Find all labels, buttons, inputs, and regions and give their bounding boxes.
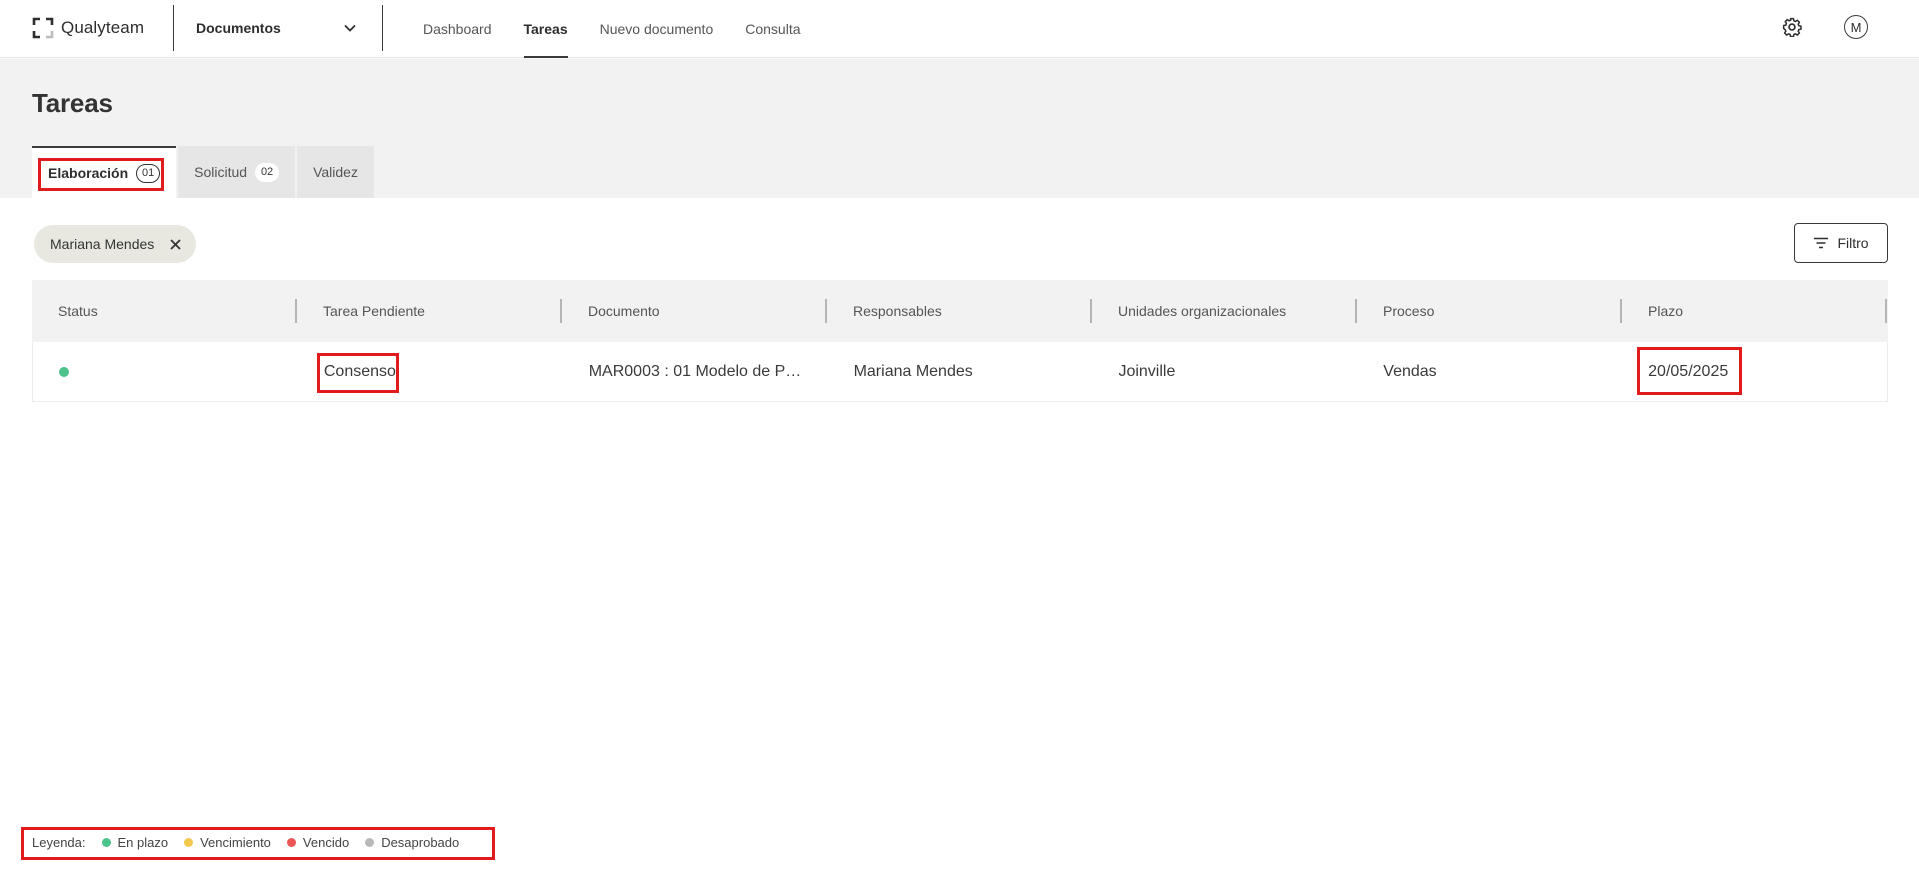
module-label: Documentos bbox=[196, 20, 281, 36]
filter-icon bbox=[1814, 237, 1829, 249]
gear-icon[interactable] bbox=[1782, 17, 1802, 37]
filter-chip-label: Mariana Mendes bbox=[50, 236, 155, 252]
column-label: Unidades organizacionales bbox=[1118, 303, 1287, 319]
legend-item: Vencimiento bbox=[184, 835, 271, 850]
nav-nuevo-documento[interactable]: Nuevo documento bbox=[600, 0, 714, 58]
tab-count-badge: 01 bbox=[136, 163, 161, 183]
document-name: MAR0003 : 01 Modelo de Pu... bbox=[588, 362, 804, 380]
cell-process: Vendas bbox=[1383, 362, 1437, 380]
column-label: Status bbox=[58, 303, 98, 319]
column-resize-handle[interactable] bbox=[1885, 299, 1887, 323]
legend-label: Leyenda: bbox=[32, 834, 86, 850]
cell-unit: Joinville bbox=[1118, 362, 1176, 380]
module-selector[interactable]: Documentos bbox=[196, 14, 356, 42]
legend-item: En plazo bbox=[101, 834, 169, 850]
tab-solicitud[interactable]: Solicitud 02 bbox=[178, 146, 296, 198]
close-icon[interactable] bbox=[168, 237, 182, 251]
nav-tareas[interactable]: Tareas bbox=[523, 0, 568, 58]
column-label: Plazo bbox=[1648, 303, 1684, 319]
tab-label: Elaboración bbox=[48, 165, 129, 181]
qualyteam-logo-icon bbox=[32, 17, 54, 39]
column-header-documento[interactable]: Documento bbox=[562, 280, 827, 342]
column-label: Documento bbox=[588, 303, 660, 319]
status-dot bbox=[59, 366, 69, 377]
column-header-tarea[interactable]: Tarea Pendiente bbox=[297, 280, 562, 342]
legend-dot bbox=[286, 837, 296, 847]
main-nav: Dashboard Tareas Nuevo documento Consult… bbox=[423, 0, 833, 58]
legend-dot bbox=[365, 837, 375, 847]
task-tabs: Elaboración 01 Solicitud 02 Validez bbox=[32, 146, 374, 198]
legend-dot bbox=[101, 837, 111, 847]
cell-task: Consenso bbox=[323, 362, 396, 380]
legend-item: Vencido bbox=[286, 834, 350, 850]
brand-name: Qualyteam bbox=[61, 18, 145, 37]
cell-status bbox=[33, 343, 298, 401]
tasks-table: Status Tarea Pendiente Documento Respons… bbox=[32, 280, 1888, 402]
table-header: Status Tarea Pendiente Documento Respons… bbox=[32, 280, 1888, 342]
cell-responsible: Mariana Mendes bbox=[853, 362, 973, 380]
brand-logo[interactable]: Qualyteam bbox=[32, 14, 144, 42]
cell-deadline: 20/05/2025 bbox=[1648, 362, 1729, 380]
legend-item-label: Vencido bbox=[302, 834, 350, 850]
legend-item: Desaprobado bbox=[365, 835, 459, 850]
column-header-unidades[interactable]: Unidades organizacionales bbox=[1092, 280, 1357, 342]
tab-label: Validez bbox=[313, 164, 358, 180]
column-label: Proceso bbox=[1383, 303, 1435, 319]
divider bbox=[382, 5, 383, 51]
top-navigation-bar: Qualyteam Documentos Dashboard Tareas Nu… bbox=[0, 0, 1919, 58]
chevron-down-icon bbox=[344, 24, 356, 32]
column-label: Responsables bbox=[853, 303, 942, 319]
column-label: Tarea Pendiente bbox=[323, 303, 425, 319]
filter-button[interactable]: Filtro bbox=[1794, 223, 1888, 263]
legend-item-label: Desaprobado bbox=[381, 834, 460, 850]
status-legend: Leyenda: En plazo Vencimiento Vencido De… bbox=[32, 832, 459, 852]
column-header-plazo[interactable]: Plazo bbox=[1622, 280, 1887, 342]
filter-button-label: Filtro bbox=[1837, 235, 1869, 251]
legend-item-label: Vencimiento bbox=[200, 834, 271, 850]
column-header-proceso[interactable]: Proceso bbox=[1357, 280, 1622, 342]
column-header-status[interactable]: Status bbox=[32, 280, 297, 342]
page-title: Tareas bbox=[32, 88, 113, 118]
table-row[interactable]: Consenso MAR0003 : 01 Modelo de Pu... Ma… bbox=[32, 342, 1888, 402]
tab-count-badge: 02 bbox=[255, 162, 280, 182]
user-avatar[interactable]: M bbox=[1844, 15, 1868, 39]
divider bbox=[173, 5, 174, 51]
legend-item-label: En plazo bbox=[117, 834, 169, 850]
nav-consulta[interactable]: Consulta bbox=[745, 0, 800, 58]
cell-document[interactable]: MAR0003 : 01 Modelo de Pu... bbox=[563, 343, 828, 401]
tab-elaboracion[interactable]: Elaboración 01 bbox=[32, 146, 177, 198]
legend-dot bbox=[184, 837, 194, 847]
column-header-responsables[interactable]: Responsables bbox=[827, 280, 1092, 342]
filter-chip: Mariana Mendes bbox=[34, 225, 197, 263]
tab-label: Solicitud bbox=[194, 164, 248, 180]
nav-dashboard[interactable]: Dashboard bbox=[423, 0, 492, 58]
tab-validez[interactable]: Validez bbox=[297, 146, 374, 198]
